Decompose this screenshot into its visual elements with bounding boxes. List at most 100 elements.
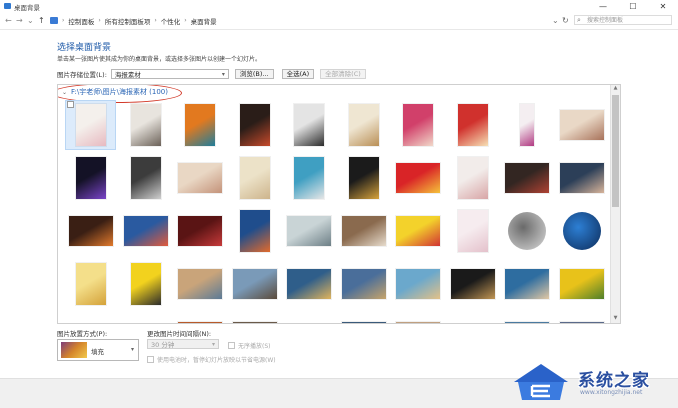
browse-button[interactable]: 浏览(B)... (234, 68, 274, 79)
wallpaper-thumbnail[interactable] (505, 269, 550, 299)
wallpaper-thumbnail[interactable] (130, 104, 161, 146)
close-button[interactable]: ✕ (648, 0, 678, 13)
gallery-group-header[interactable]: ⌄ F:\宇老师\图片\海报素材 (100) (58, 85, 182, 103)
wallpaper-thumbnail[interactable] (123, 216, 168, 246)
chevron-down-icon: ▾ (211, 341, 215, 348)
wallpaper-thumbnail[interactable] (559, 322, 604, 323)
address-dropdown-icon[interactable]: ⌄ (552, 16, 559, 25)
breadcrumb-item-personalization[interactable]: 个性化 (161, 16, 181, 26)
watermark-brand: 系统之家 (578, 371, 650, 391)
wallpaper-thumbnail[interactable] (457, 104, 488, 146)
wallpaper-thumbnail[interactable] (232, 269, 277, 299)
wallpaper-thumbnail[interactable] (178, 216, 223, 246)
page-title: 选择桌面背景 (57, 43, 112, 53)
search-input[interactable]: ⌕ 搜索控制面板 (574, 15, 672, 25)
interval-label: 更改图片时间间隔(N): (147, 330, 212, 338)
wallpaper-thumbnail[interactable] (396, 269, 441, 299)
picture-location-value: 海报素材 (114, 70, 141, 79)
battery-pause-label: 使用电池时，暂停幻灯片放映以节省电源(W) (157, 357, 276, 364)
wallpaper-thumbnail[interactable] (396, 322, 441, 323)
wallpaper-thumbnail[interactable] (505, 163, 550, 193)
select-all-button[interactable]: 全选(A) (281, 68, 315, 79)
watermark: 系统之家 www.xitongzhijia.net (504, 358, 676, 404)
title-bar: 桌面背景 — ☐ ✕ (0, 0, 678, 13)
scroll-down-icon[interactable]: ▼ (611, 315, 620, 323)
chevron-down-icon: ▾ (221, 70, 225, 78)
wallpaper-thumbnail[interactable] (294, 104, 325, 146)
wallpaper-thumbnail[interactable] (450, 269, 495, 299)
wallpaper-thumbnail[interactable] (505, 322, 550, 323)
wallpaper-thumbnail[interactable] (396, 216, 441, 246)
wallpaper-thumbnail[interactable] (348, 157, 379, 199)
chevron-down-icon: ▾ (130, 346, 134, 353)
wallpaper-thumbnail[interactable] (559, 269, 604, 299)
wallpaper-thumbnail[interactable] (76, 157, 107, 199)
wallpaper-thumbnail[interactable] (178, 163, 223, 193)
address-bar: ← → ⌄ ↑ › 控制面板 › 所有控制面板项 › 个性化 › 桌面背景 ⌄ … (0, 13, 678, 30)
forward-icon[interactable]: → (16, 16, 23, 25)
wallpaper-thumbnail[interactable] (341, 216, 386, 246)
wallpaper-thumbnail[interactable] (239, 104, 270, 146)
window-title: 桌面背景 (14, 4, 40, 12)
wallpaper-thumbnail[interactable] (457, 157, 488, 199)
recent-locations-icon[interactable]: ⌄ (27, 16, 34, 25)
wallpaper-thumbnail[interactable] (76, 104, 107, 146)
wallpaper-thumbnail[interactable] (239, 210, 270, 252)
wallpaper-thumbnail[interactable] (76, 263, 107, 305)
wallpaper-thumbnail[interactable] (520, 104, 535, 146)
wallpaper-thumbnail[interactable] (562, 212, 601, 250)
wallpaper-thumbnail[interactable] (294, 157, 325, 199)
wallpaper-thumbnail[interactable] (348, 104, 379, 146)
search-placeholder: 搜索控制面板 (587, 17, 624, 24)
clear-all-button[interactable]: 全部清除(C) (320, 68, 366, 79)
interval-select[interactable]: 30 分钟 ▾ (147, 339, 219, 349)
interval-value: 30 分钟 (151, 341, 175, 349)
wallpaper-thumbnail[interactable] (341, 269, 386, 299)
wallpaper-thumbnail[interactable] (287, 216, 332, 246)
breadcrumb-item-control-panel[interactable]: 控制面板 (68, 16, 94, 26)
wallpaper-thumbnail[interactable] (559, 110, 604, 140)
search-icon: ⌕ (577, 16, 581, 24)
wallpaper-thumbnail[interactable] (69, 216, 114, 246)
fit-preview-image (61, 342, 87, 358)
up-icon[interactable]: ↑ (38, 16, 45, 25)
checkbox-box (228, 342, 235, 349)
wallpaper-thumbnail[interactable] (403, 104, 434, 146)
gallery-scrollbar[interactable]: ▲ ▼ (610, 85, 620, 323)
checkbox-box (147, 356, 154, 363)
wallpaper-thumbnail[interactable] (341, 322, 386, 323)
breadcrumb-item-desktop-background[interactable]: 桌面背景 (191, 16, 217, 26)
wallpaper-thumbnail[interactable] (130, 157, 161, 199)
wallpaper-thumbnail[interactable] (178, 322, 223, 323)
battery-pause-checkbox[interactable]: 使用电池时，暂停幻灯片放映以节省电源(W) (147, 355, 276, 364)
picture-location-label: 图片存储位置(L): (57, 70, 107, 79)
back-icon[interactable]: ← (5, 16, 12, 25)
control-panel-icon (50, 17, 58, 24)
xitongzhijia-logo-icon (514, 364, 568, 400)
breadcrumb-item-all-items[interactable]: 所有控制面板项 (105, 16, 151, 26)
breadcrumb: › 控制面板 › 所有控制面板项 › 个性化 › 桌面背景 (50, 15, 217, 26)
picture-location-select[interactable]: 海报素材 ▾ (110, 68, 229, 79)
wallpaper-thumbnail[interactable] (457, 210, 488, 252)
wallpaper-thumbnail[interactable] (239, 157, 270, 199)
wallpaper-thumbnail[interactable] (185, 104, 216, 146)
watermark-url: www.xitongzhijia.net (580, 389, 643, 396)
thumbnail-checkbox[interactable] (67, 101, 74, 108)
picture-position-value: 填充 (91, 348, 104, 356)
wallpaper-thumbnail[interactable] (178, 269, 223, 299)
scrollbar-thumb[interactable] (612, 95, 619, 207)
wallpaper-thumbnail[interactable] (130, 263, 161, 305)
page-description: 单击某一张图片使其成为你的桌面背景，或选择多张图片以创建一个幻灯片。 (57, 56, 262, 63)
wallpaper-thumbnail[interactable] (559, 163, 604, 193)
maximize-button[interactable]: ☐ (618, 0, 648, 13)
refresh-icon[interactable]: ↻ (562, 16, 569, 25)
wallpaper-thumbnail[interactable] (287, 269, 332, 299)
wallpaper-thumbnail[interactable] (508, 212, 547, 250)
picture-position-select[interactable]: 填充 ▾ (57, 339, 139, 361)
wallpaper-thumbnail[interactable] (396, 163, 441, 193)
minimize-button[interactable]: — (588, 0, 618, 13)
desktop-background-icon (4, 3, 11, 9)
wallpaper-thumbnail[interactable] (232, 322, 277, 323)
shuffle-checkbox[interactable]: 无序播放(S) (228, 341, 271, 350)
scroll-up-icon[interactable]: ▲ (611, 85, 620, 93)
